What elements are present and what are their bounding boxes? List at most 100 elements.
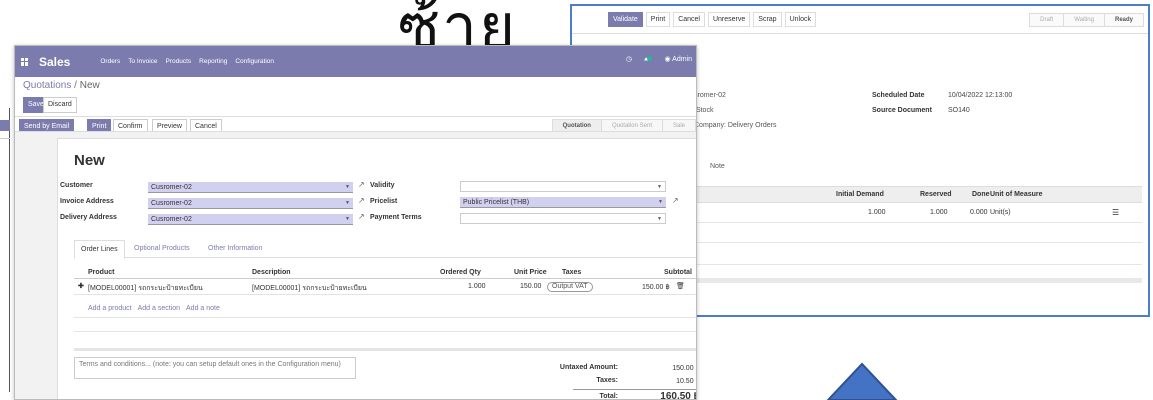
col-uom[interactable]: Unit of Measure xyxy=(990,191,1043,198)
trash-icon[interactable]: 🗑 xyxy=(676,282,685,290)
moves-table-header: Initial Demand Reserved Done Unit of Mea… xyxy=(690,186,1142,203)
unlock-button[interactable]: Unlock xyxy=(784,12,816,27)
operation-type-value[interactable]: Company: Delivery Orders xyxy=(694,122,776,129)
apps-menu-icon[interactable] xyxy=(21,57,29,66)
menu-reporting[interactable]: Reporting xyxy=(199,58,227,65)
row-done[interactable]: 0.000 xyxy=(970,209,988,216)
user-name: Admin xyxy=(672,56,692,63)
validity-field[interactable]: ▼ xyxy=(460,181,666,192)
scheduled-date-label: Scheduled Date xyxy=(872,92,925,99)
row-divider xyxy=(74,317,696,318)
discard-button[interactable]: Discard xyxy=(43,97,77,113)
detail-list-icon[interactable]: ☰ xyxy=(1112,208,1119,217)
chevron-down-icon: ▼ xyxy=(657,184,662,190)
print-button[interactable]: Print xyxy=(645,12,671,27)
tab-order-lines[interactable]: Order Lines xyxy=(74,240,125,259)
row-divider xyxy=(74,331,696,332)
line-product[interactable]: [MODEL00001] รถกระบะป้ายทะเบียน xyxy=(88,283,203,294)
col-initial-demand[interactable]: Initial Demand xyxy=(836,191,884,198)
row-uom[interactable]: Unit(s) xyxy=(990,209,1011,216)
menu-to-invoice[interactable]: To Invoice xyxy=(128,58,157,65)
totals-divider xyxy=(573,389,696,390)
line-qty[interactable]: 1.000 xyxy=(468,283,486,290)
menu-products[interactable]: Products xyxy=(166,58,192,65)
form-sheet: New Customer Cusromer-02 ▼ Invoice Addre… xyxy=(57,138,697,400)
external-link-icon[interactable]: ↗ xyxy=(672,196,679,205)
col-product[interactable]: Product xyxy=(88,269,114,276)
menu-configuration[interactable]: Configuration xyxy=(235,58,274,65)
unreserve-button[interactable]: Unreserve xyxy=(707,12,751,27)
invoice-address-value: Cusromer-02 xyxy=(151,200,192,207)
col-description[interactable]: Description xyxy=(252,269,291,276)
untaxed-amount-value: 150.00 ฿ xyxy=(672,365,696,372)
stage-ready[interactable]: Ready xyxy=(1103,13,1144,27)
pricelist-field[interactable]: Public Pricelist (THB) ▼ xyxy=(460,197,666,208)
delivery-address-field[interactable]: Cusromer-02 ▼ xyxy=(148,214,353,225)
invoice-address-field[interactable]: Cusromer-02 ▼ xyxy=(148,198,353,209)
statusbar-top-divider xyxy=(15,116,696,117)
col-unit-price[interactable]: Unit Price xyxy=(514,269,547,276)
app-name[interactable]: Sales xyxy=(39,55,70,69)
line-description[interactable]: [MODEL00001] รถกระบะป้ายทะเบียน xyxy=(252,283,367,294)
row-divider xyxy=(690,222,1142,223)
row-reserved[interactable]: 1.000 xyxy=(930,209,948,216)
horizontal-scrollbar[interactable] xyxy=(690,278,1142,283)
tab-other-information[interactable]: Other Information xyxy=(202,240,268,257)
validate-button[interactable]: Validate xyxy=(608,12,643,27)
payment-terms-field[interactable]: ▼ xyxy=(460,213,666,224)
customer-field[interactable]: Cusromer-02 ▼ xyxy=(148,182,353,193)
order-line-actions: Add a product Add a section Add a note xyxy=(88,305,220,312)
clock-icon[interactable]: ◷ xyxy=(626,55,632,63)
row-initial-demand[interactable]: 1.000 xyxy=(868,209,886,216)
order-lines-header: Product Description Ordered Qty Unit Pri… xyxy=(74,266,696,279)
chevron-down-icon: ▼ xyxy=(345,216,350,222)
col-subtotal[interactable]: Subtotal xyxy=(664,269,692,276)
tab-note[interactable]: Note xyxy=(710,163,725,170)
scrap-button[interactable]: Scrap xyxy=(753,12,782,27)
add-product-link[interactable]: Add a product xyxy=(88,305,132,312)
breadcrumb-quotations[interactable]: Quotations xyxy=(23,80,71,91)
menu-orders[interactable]: Orders xyxy=(100,58,120,65)
source-document-label: Source Document xyxy=(872,107,932,114)
source-document-value[interactable]: SO140 xyxy=(948,107,970,114)
chat-icon[interactable]: ▰ xyxy=(644,55,653,63)
invoice-address-label: Invoice Address xyxy=(60,198,114,205)
chevron-down-icon: ▼ xyxy=(345,200,350,206)
tax-tag[interactable]: Output VAT xyxy=(547,282,593,292)
terms-and-conditions-input[interactable]: Terms and conditions... (note: you can s… xyxy=(74,357,356,379)
delivery-address-label: Delivery Address xyxy=(60,214,117,221)
user-menu[interactable]: ◉ Admin xyxy=(664,55,692,63)
external-link-icon[interactable]: ↗ xyxy=(358,196,365,205)
stage-draft[interactable]: Draft xyxy=(1029,13,1065,27)
total-value: 160.50 ฿ xyxy=(660,391,697,400)
line-subtotal: 150.00 ฿ xyxy=(642,284,670,291)
external-link-icon[interactable]: ↗ xyxy=(358,180,365,189)
edge-bar xyxy=(0,120,10,131)
taxes-value: 10.50 ฿ xyxy=(676,378,696,385)
transfer-statusbar: Draft Waiting Ready xyxy=(1029,13,1144,27)
customer-label: Customer xyxy=(60,182,93,189)
notebook-tabs: Order Lines Optional Products Other Info… xyxy=(74,240,696,259)
col-taxes[interactable]: Taxes xyxy=(562,269,581,276)
record-title: New xyxy=(74,152,105,169)
partner-value[interactable]: sromer-02 xyxy=(694,92,726,99)
delivery-address-value: Cusromer-02 xyxy=(151,216,192,223)
pricelist-label: Pricelist xyxy=(370,198,398,205)
stage-waiting[interactable]: Waiting xyxy=(1063,13,1105,27)
line-unit-price[interactable]: 150.00 xyxy=(520,283,541,290)
add-section-link[interactable]: Add a section xyxy=(138,305,180,312)
col-reserved[interactable]: Reserved xyxy=(920,191,952,198)
cancel-button[interactable]: Cancel xyxy=(673,12,705,27)
tab-optional-products[interactable]: Optional Products xyxy=(128,240,196,257)
top-navbar: Sales Orders To Invoice Products Reporti… xyxy=(15,46,696,77)
add-note-link[interactable]: Add a note xyxy=(186,305,220,312)
row-divider xyxy=(690,242,1142,243)
row-divider xyxy=(74,294,696,295)
notification-badge xyxy=(647,56,653,61)
col-ordered-qty[interactable]: Ordered Qty xyxy=(440,269,481,276)
sales-window: Sales Orders To Invoice Products Reporti… xyxy=(14,45,697,400)
scheduled-date-value[interactable]: 10/04/2022 12:13:00 xyxy=(948,92,1012,99)
col-done[interactable]: Done xyxy=(972,191,990,198)
drag-handle-icon[interactable]: ✚ xyxy=(78,282,84,290)
external-link-icon[interactable]: ↗ xyxy=(358,212,365,221)
